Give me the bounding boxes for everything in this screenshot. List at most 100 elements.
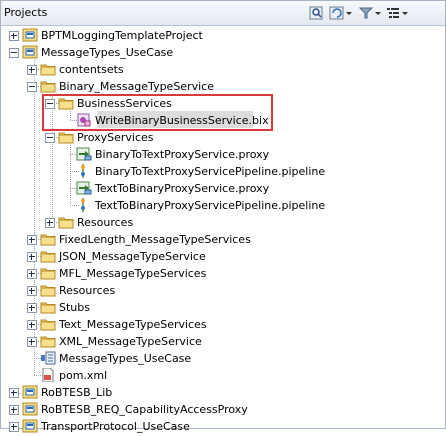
tree-item-icon <box>58 130 74 144</box>
tree-item-icon <box>40 232 56 246</box>
tree-item[interactable]: Resources <box>1 282 445 299</box>
tree-item-label: XML_MessageTypeService <box>59 335 202 348</box>
tree-item-label: Text_MessageTypeServices <box>59 318 207 331</box>
view-menu-icon <box>387 8 408 18</box>
tree-item[interactable]: ProxyServices <box>1 129 445 146</box>
folder-icon <box>58 217 74 229</box>
tree-item-label: pom.xml <box>59 369 108 382</box>
project-tree: BPTMLoggingTemplateProject MessageTypes_U… <box>1 26 445 433</box>
tree-item[interactable]: Stubs <box>1 299 445 316</box>
tree-item-label: ProxyServices <box>77 131 154 144</box>
expand-toggle-icon[interactable] <box>27 320 37 330</box>
expand-toggle-icon[interactable] <box>27 269 37 279</box>
tree-item-label: TextToBinaryProxyService.proxy <box>95 182 270 195</box>
tree-item-label: Stubs <box>59 301 90 314</box>
tree-item[interactable]: MFL_MessageTypeServices <box>1 265 445 282</box>
folder-icon <box>40 302 56 314</box>
tree-item[interactable]: XML_MessageTypeService <box>1 333 445 350</box>
tree-item-icon <box>22 402 38 416</box>
expand-toggle-icon[interactable] <box>27 286 37 296</box>
expand-toggle-icon[interactable] <box>45 218 55 228</box>
folder-icon <box>40 234 56 246</box>
tree-item-label: RoBTESB_REQ_CapabilityAccessProxy <box>41 403 248 416</box>
expand-toggle-icon[interactable] <box>9 422 19 432</box>
projects-panel: Projects BPTMLoggingTemplateProject Mess… <box>0 0 446 433</box>
tree-item[interactable]: contentsets <box>1 61 445 78</box>
tree-item-label: BinaryToTextProxyService.proxy <box>95 148 270 161</box>
tree-item[interactable]: TransportProtocol_UseCase <box>1 418 445 435</box>
tree-item[interactable]: pom.xml <box>1 367 445 384</box>
tree-item-label: JSON_MessageTypeService <box>59 250 206 263</box>
tree-item-label: TransportProtocol_UseCase <box>41 420 190 433</box>
collapse-toggle-icon[interactable] <box>9 48 19 58</box>
folder-icon <box>40 268 56 280</box>
expand-toggle-icon[interactable] <box>27 65 37 75</box>
project-icon <box>22 419 38 433</box>
folder-icon <box>40 64 56 76</box>
tree-item[interactable]: RoBTESB_REQ_CapabilityAccessProxy <box>1 401 445 418</box>
tree-item-icon <box>58 215 74 229</box>
folder-icon <box>40 319 56 331</box>
expand-toggle-icon[interactable] <box>27 252 37 262</box>
tree-item-icon <box>76 164 92 178</box>
tree-item[interactable]: BPTMLoggingTemplateProject <box>1 27 445 44</box>
tree-item-icon <box>76 198 92 212</box>
tree-item-icon <box>76 181 92 195</box>
expand-toggle-icon[interactable] <box>9 31 19 41</box>
tree-item-label: RoBTESB_Lib <box>41 386 113 399</box>
tree-item-label: BinaryToTextProxyServicePipeline.pipelin… <box>95 165 326 178</box>
tree-item[interactable]: MessageTypes_UseCase <box>1 44 445 61</box>
tree-item[interactable]: FixedLength_MessageTypeServices <box>1 231 445 248</box>
tree-item-label: MessageTypes_UseCase <box>59 352 192 365</box>
tree-item[interactable]: BinaryToTextProxyService.proxy <box>1 146 445 163</box>
pipeline-icon <box>81 198 85 212</box>
expand-toggle-icon[interactable] <box>27 235 37 245</box>
tree-item-icon <box>40 249 56 263</box>
search-icon <box>309 6 323 20</box>
tree-item[interactable]: MessageTypes_UseCase <box>1 350 445 367</box>
tree-item[interactable]: JSON_MessageTypeService <box>1 248 445 265</box>
expand-toggle-icon[interactable] <box>9 405 19 415</box>
expand-toggle-icon[interactable] <box>9 388 19 398</box>
tree-item[interactable]: RoBTESB_Lib <box>1 384 445 401</box>
annotation-highlight-box <box>42 94 273 131</box>
tree-item-icon <box>22 419 38 433</box>
tree-item-icon <box>22 385 38 399</box>
filter-button[interactable] <box>358 4 384 23</box>
composite-icon <box>41 351 56 365</box>
collapse-toggle-icon[interactable] <box>27 82 37 92</box>
tree-item-icon <box>40 283 56 297</box>
panel-title: Projects <box>4 6 48 19</box>
tree-item[interactable]: TextToBinaryProxyService.proxy <box>1 180 445 197</box>
tree-item-icon <box>40 266 56 280</box>
folder-icon <box>40 81 56 93</box>
tree-item[interactable]: Resources <box>1 214 445 231</box>
tree-item-label: MessageTypes_UseCase <box>41 46 174 59</box>
view-menu-button[interactable] <box>385 4 411 23</box>
refresh-dropdown-button[interactable] <box>328 4 356 23</box>
collapse-toggle-icon[interactable] <box>45 133 55 143</box>
expand-toggle-icon[interactable] <box>27 337 37 347</box>
xml-file-icon <box>42 367 54 383</box>
panel-header: Projects <box>1 1 445 26</box>
tree-item-icon <box>40 300 56 314</box>
tree-item-icon <box>22 45 38 59</box>
tree-item-label: FixedLength_MessageTypeServices <box>59 233 251 246</box>
tree-item-icon <box>40 334 56 348</box>
tree-item-icon <box>40 62 56 76</box>
expand-toggle-icon[interactable] <box>27 303 37 313</box>
project-icon <box>22 45 38 59</box>
proxy-service-icon <box>76 147 92 161</box>
tree-item[interactable]: BinaryToTextProxyServicePipeline.pipelin… <box>1 163 445 180</box>
tree-item[interactable]: Text_MessageTypeServices <box>1 316 445 333</box>
tree-item[interactable]: Binary_MessageTypeService <box>1 78 445 95</box>
tree-item-label: Binary_MessageTypeService <box>59 80 214 93</box>
folder-icon <box>40 285 56 297</box>
tree-item-icon <box>40 79 56 93</box>
pipeline-icon <box>81 164 85 178</box>
search-button[interactable] <box>308 4 326 23</box>
tree-item-label: MFL_MessageTypeServices <box>59 267 207 280</box>
tree-item-icon <box>76 147 92 161</box>
tree-item-icon <box>40 367 56 383</box>
tree-item[interactable]: TextToBinaryProxyServicePipeline.pipelin… <box>1 197 445 214</box>
